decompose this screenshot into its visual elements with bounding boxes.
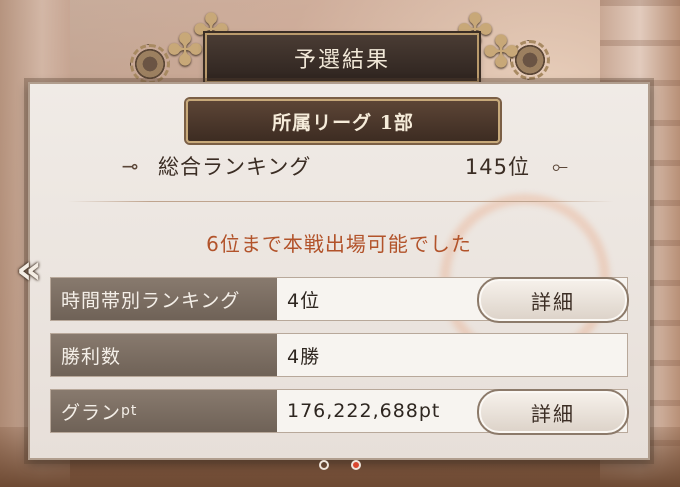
overall-ranking-row: ⊸ 総合ランキング 145位 ⟜	[110, 146, 580, 186]
stat-value-container: 176,222,688pt 詳細	[277, 389, 629, 435]
result-panel: 所属リーグ 1部 ⊸ 総合ランキング 145位 ⟜ 6位まで本戦出場可能でした …	[28, 82, 650, 460]
stat-value: 4勝	[287, 345, 321, 368]
stat-row-time-ranking: 時間帯別ランキング 4位 詳細	[50, 277, 629, 323]
stat-label-unit: pt	[121, 403, 138, 419]
qualification-notice: 6位まで本戦出場可能でした	[206, 232, 472, 256]
stat-value: 4位	[287, 289, 321, 312]
stat-label: グラン	[61, 401, 122, 424]
page-dot-active[interactable]	[351, 460, 361, 470]
page-title: 予選結果	[293, 48, 390, 73]
stat-label: 勝利数	[51, 334, 277, 376]
stat-value-container: 4勝	[277, 334, 627, 376]
title-plate: 予選結果	[205, 33, 479, 83]
stat-row-wins: 勝利数 4勝	[50, 333, 628, 377]
time-ranking-detail-button[interactable]: 詳細	[477, 277, 629, 323]
stat-label: 時間帯別ランキング	[51, 278, 277, 320]
stat-row-gran-points: グラン pt 176,222,688pt 詳細	[50, 389, 629, 435]
stat-value: 176,222,688pt	[287, 400, 441, 422]
league-badge: 所属リーグ 1部	[186, 99, 500, 143]
stat-label-container: グラン pt	[51, 390, 277, 432]
arrow-right-decoration-icon: ⟜	[552, 154, 568, 178]
arrow-left-decoration-icon: ⊸	[121, 154, 139, 178]
divider	[68, 201, 614, 202]
prev-page-arrow-icon[interactable]: «	[12, 247, 46, 293]
league-label: 所属リーグ 1部	[272, 111, 414, 134]
stat-value-container: 4位 詳細	[277, 277, 629, 323]
page-dot[interactable]	[319, 460, 329, 470]
overall-ranking-label: 総合ランキング	[158, 155, 312, 179]
overall-ranking-value: 145位	[464, 155, 530, 179]
page-indicator	[0, 460, 680, 476]
gran-points-detail-button[interactable]: 詳細	[477, 389, 629, 435]
clover-ornament-icon: ✤	[482, 27, 520, 78]
